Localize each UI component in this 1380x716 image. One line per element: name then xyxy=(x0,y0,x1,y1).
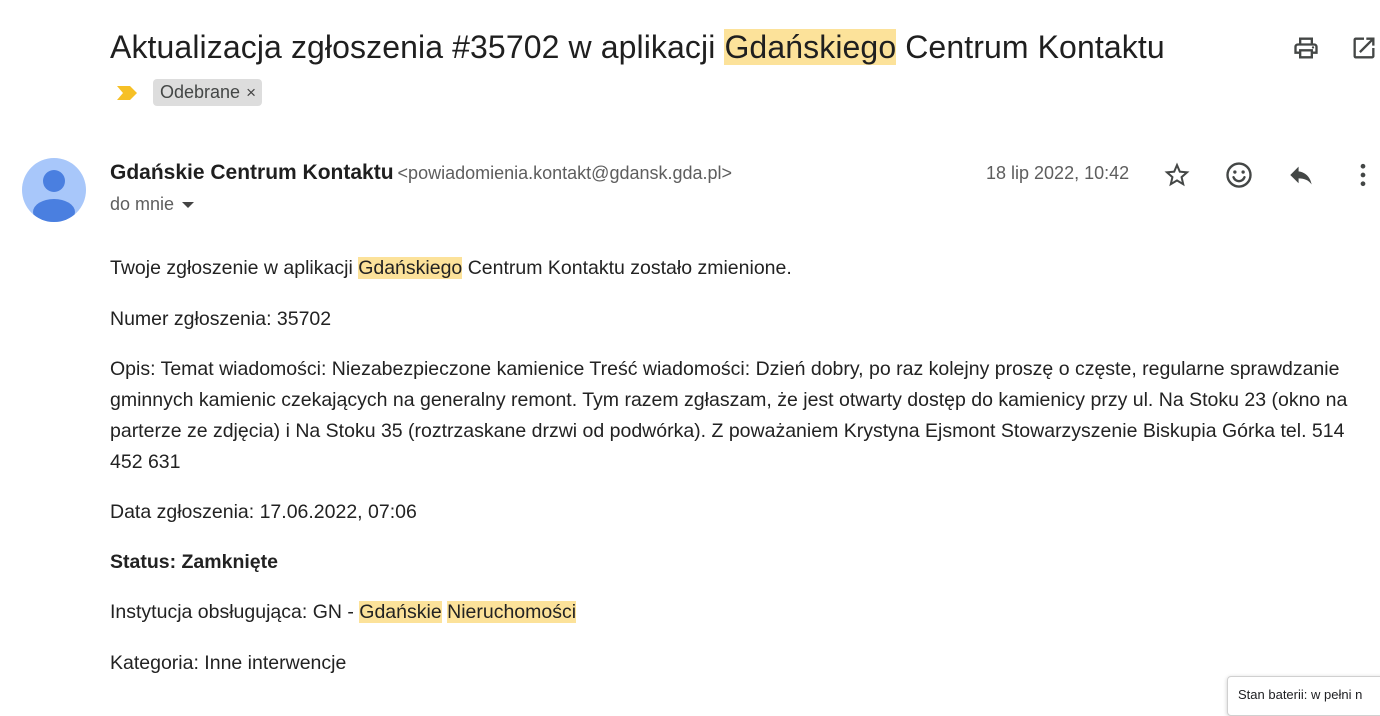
print-icon xyxy=(1294,37,1318,59)
important-marker[interactable] xyxy=(116,85,138,106)
report-date: Data zgłoszenia: 17.06.2022, 07:06 xyxy=(110,501,417,523)
caret-down-icon xyxy=(182,202,195,209)
label-name: Odebrane xyxy=(160,82,241,102)
emoji-reaction-icon xyxy=(1226,162,1252,188)
label-chip-inbox: Odebrane × xyxy=(153,79,262,106)
recipient-details-toggle[interactable]: do mnie xyxy=(110,194,195,215)
open-in-new-window-button[interactable] xyxy=(1350,34,1378,62)
star-button[interactable] xyxy=(1162,160,1192,190)
institution-text: Instytucja obsługująca: GN - xyxy=(110,601,360,623)
body-intro: Twoje zgłoszenie w aplikacji Gdańskiego … xyxy=(110,253,792,284)
report-category: Kategoria: Inne interwencje xyxy=(110,652,347,674)
institution-highlight-1: Gdańskie xyxy=(359,601,442,623)
intro-search-highlight: Gdańskiego xyxy=(358,257,463,279)
sender-email: <powiadomienia.kontakt@gdansk.gda.pl> xyxy=(397,163,733,183)
person-icon xyxy=(33,170,75,222)
report-status: Status: Zamknięte xyxy=(110,551,278,573)
report-description: Opis: Temat wiadomości: Niezabezpieczone… xyxy=(110,358,1348,473)
sender-avatar[interactable] xyxy=(22,158,86,222)
report-number: Numer zgłoszenia: 35702 xyxy=(110,308,332,330)
intro-text: Twoje zgłoszenie w aplikacji xyxy=(110,257,359,279)
more-vertical-icon xyxy=(1360,163,1366,187)
battery-status-notification: Stan baterii: w pełni n xyxy=(1227,676,1380,716)
subject-text-end: Centrum Kontaktu xyxy=(896,29,1165,65)
reply-icon xyxy=(1290,166,1312,185)
add-reaction-button[interactable] xyxy=(1224,160,1254,190)
message-date: 18 lip 2022, 10:42 xyxy=(986,163,1130,183)
open-in-new-window-icon xyxy=(1353,37,1375,59)
sender-line: Gdańskie Centrum Kontaktu <powiadomienia.… xyxy=(110,161,732,185)
star-icon xyxy=(1164,162,1190,187)
intro-text-end: Centrum Kontaktu zostało zmienione. xyxy=(462,257,792,279)
important-marker-icon xyxy=(117,86,137,100)
subject-search-highlight: Gdańskiego xyxy=(724,29,897,65)
remove-label-button[interactable]: × xyxy=(246,83,256,102)
institution-highlight-2: Nieruchomości xyxy=(447,601,577,623)
print-all-button[interactable] xyxy=(1292,34,1320,62)
reply-button[interactable] xyxy=(1286,160,1316,190)
recipient-text: do mnie xyxy=(110,194,175,214)
subject-text: Aktualizacja zgłoszenia #35702 w aplikac… xyxy=(110,29,725,65)
report-institution: Instytucja obsługująca: GN - Gdańskie Ni… xyxy=(110,597,577,628)
more-options-button[interactable] xyxy=(1348,160,1378,190)
email-subject: Aktualizacja zgłoszenia #35702 w aplikac… xyxy=(110,24,1165,70)
sender-name[interactable]: Gdańskie Centrum Kontaktu xyxy=(110,161,394,184)
